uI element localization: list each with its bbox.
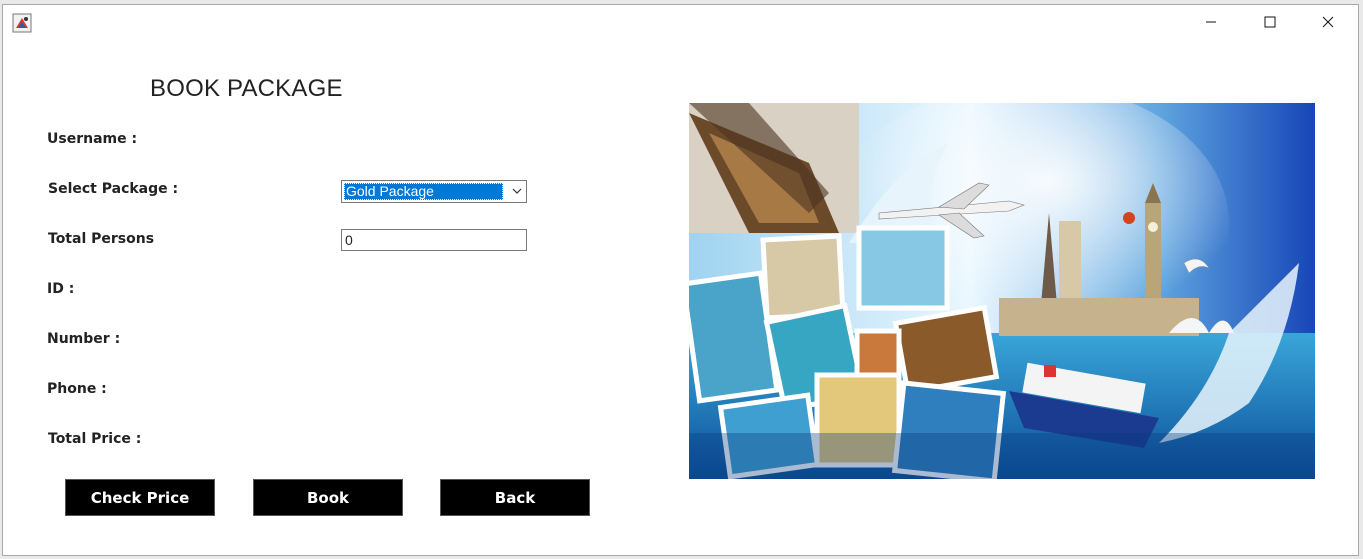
check-price-button[interactable]: Check Price (65, 479, 215, 516)
maximize-button[interactable] (1241, 5, 1299, 39)
page-title: BOOK PACKAGE (150, 75, 343, 102)
java-app-icon (12, 13, 32, 33)
minimize-icon (1206, 21, 1216, 23)
number-label: Number : (47, 331, 121, 347)
close-button[interactable] (1299, 5, 1357, 39)
total-persons-label: Total Persons (48, 231, 155, 247)
package-selected-value: Gold Package (344, 183, 503, 200)
book-button[interactable]: Book (253, 479, 403, 516)
package-select[interactable]: Gold Package (341, 180, 527, 203)
chevron-down-icon[interactable] (512, 186, 522, 196)
select-package-label: Select Package : (48, 181, 179, 197)
book-package-window: BOOK PACKAGE Username : Select Package :… (2, 4, 1359, 556)
phone-label: Phone : (47, 381, 107, 397)
title-bar (3, 5, 1358, 39)
close-icon (1322, 16, 1334, 28)
username-label: Username : (47, 131, 138, 147)
total-persons-input[interactable]: 0 (341, 229, 527, 251)
minimize-button[interactable] (1182, 5, 1240, 39)
back-button[interactable]: Back (440, 479, 590, 516)
total-price-label: Total Price : (48, 431, 142, 447)
travel-collage-image (689, 103, 1315, 479)
id-label: ID : (47, 281, 75, 297)
maximize-icon (1264, 16, 1276, 28)
